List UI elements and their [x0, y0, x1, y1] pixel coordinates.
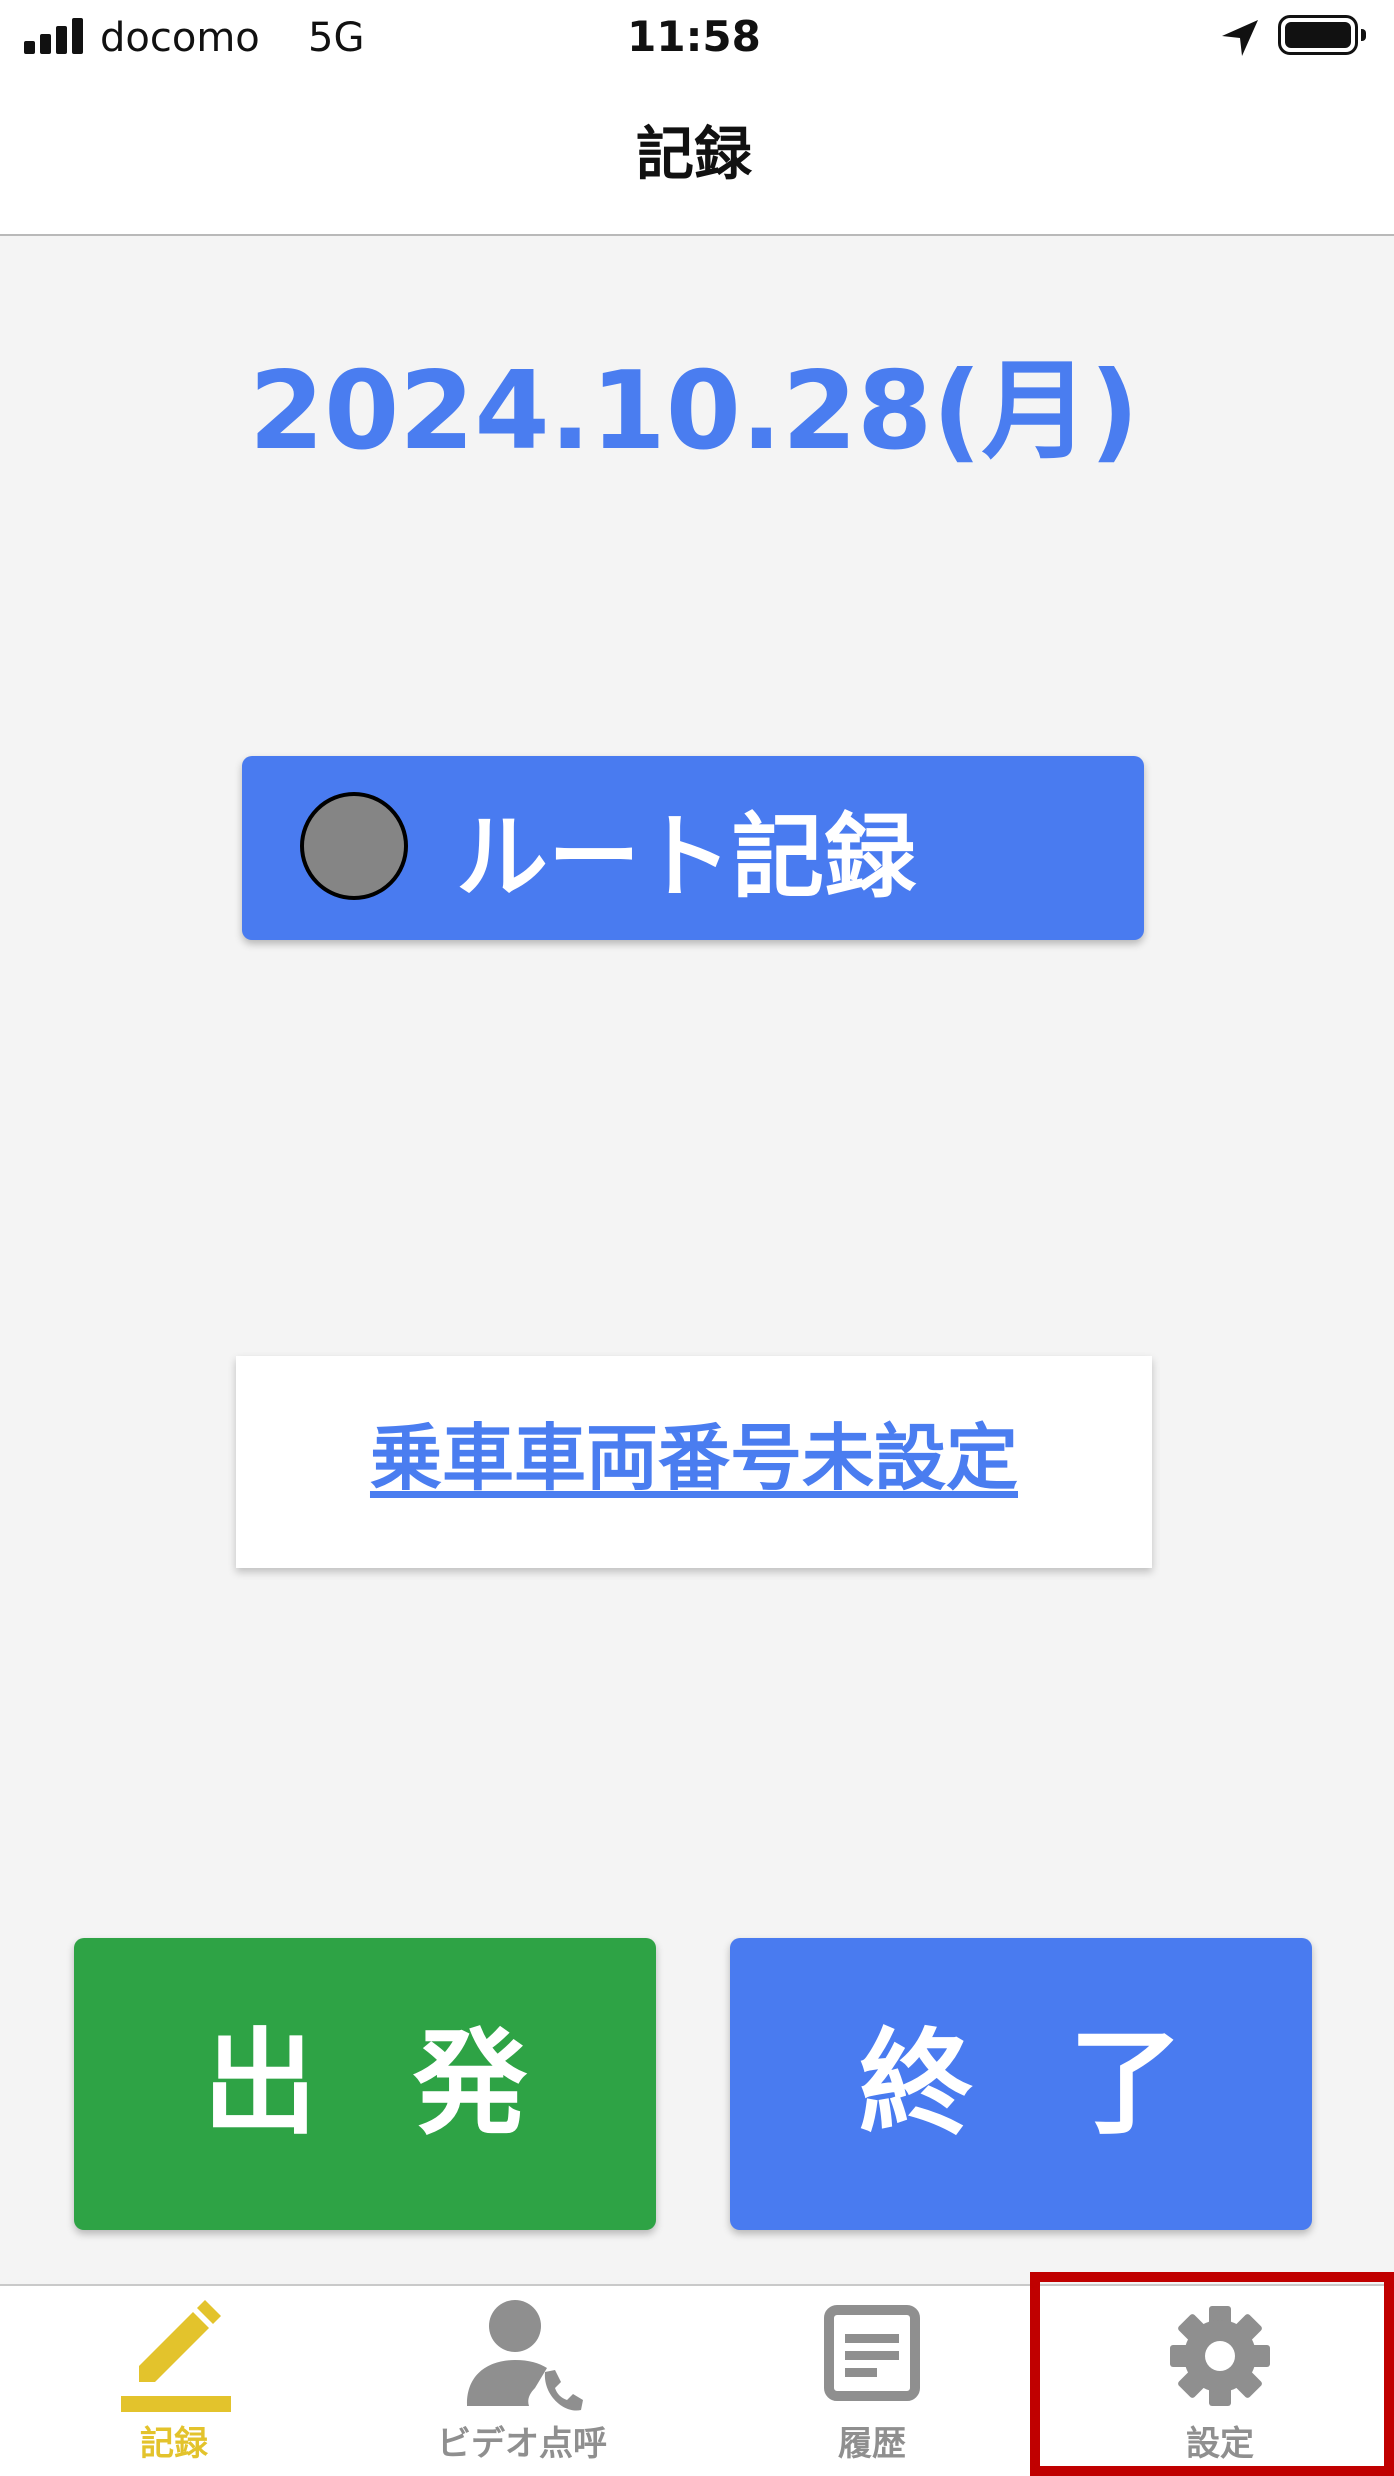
- current-date: 2024.10.28(月): [249, 349, 1139, 474]
- depart-label: 出発: [202, 2017, 623, 2150]
- person-phone-icon: [352, 2296, 692, 2426]
- page-title: 記録: [635, 120, 752, 188]
- pencil-icon: [4, 2296, 344, 2426]
- finish-label: 終了: [858, 2017, 1279, 2150]
- battery-icon: [1278, 15, 1366, 55]
- tab-record[interactable]: 記録: [4, 2286, 344, 2476]
- tab-history[interactable]: 履歴: [702, 2286, 1042, 2476]
- tab-record-label: 記録: [140, 2424, 208, 2464]
- vehicle-number-card: 乗車車両番号未設定: [236, 1356, 1152, 1568]
- route-record-label: ルート記録: [456, 804, 917, 911]
- tab-video-rollcall[interactable]: ビデオ点呼: [352, 2286, 692, 2476]
- route-record-button[interactable]: ルート記録: [242, 756, 1144, 940]
- record-status-indicator-icon: [300, 792, 408, 900]
- tab-history-label: 履歴: [838, 2424, 906, 2464]
- document-icon: [702, 2296, 1042, 2426]
- location-arrow-icon: [1222, 20, 1258, 56]
- navigation-header: 記録: [0, 78, 1394, 236]
- status-bar: docomo 5G 11:58: [0, 0, 1394, 78]
- depart-button[interactable]: 出発: [74, 1938, 656, 2230]
- tab-video-rollcall-label: ビデオ点呼: [437, 2424, 607, 2464]
- settings-highlight-box: [1030, 2272, 1394, 2476]
- vehicle-number-link[interactable]: 乗車車両番号未設定: [236, 1412, 1152, 1504]
- finish-button[interactable]: 終了: [730, 1938, 1312, 2230]
- status-time: 11:58: [627, 12, 761, 61]
